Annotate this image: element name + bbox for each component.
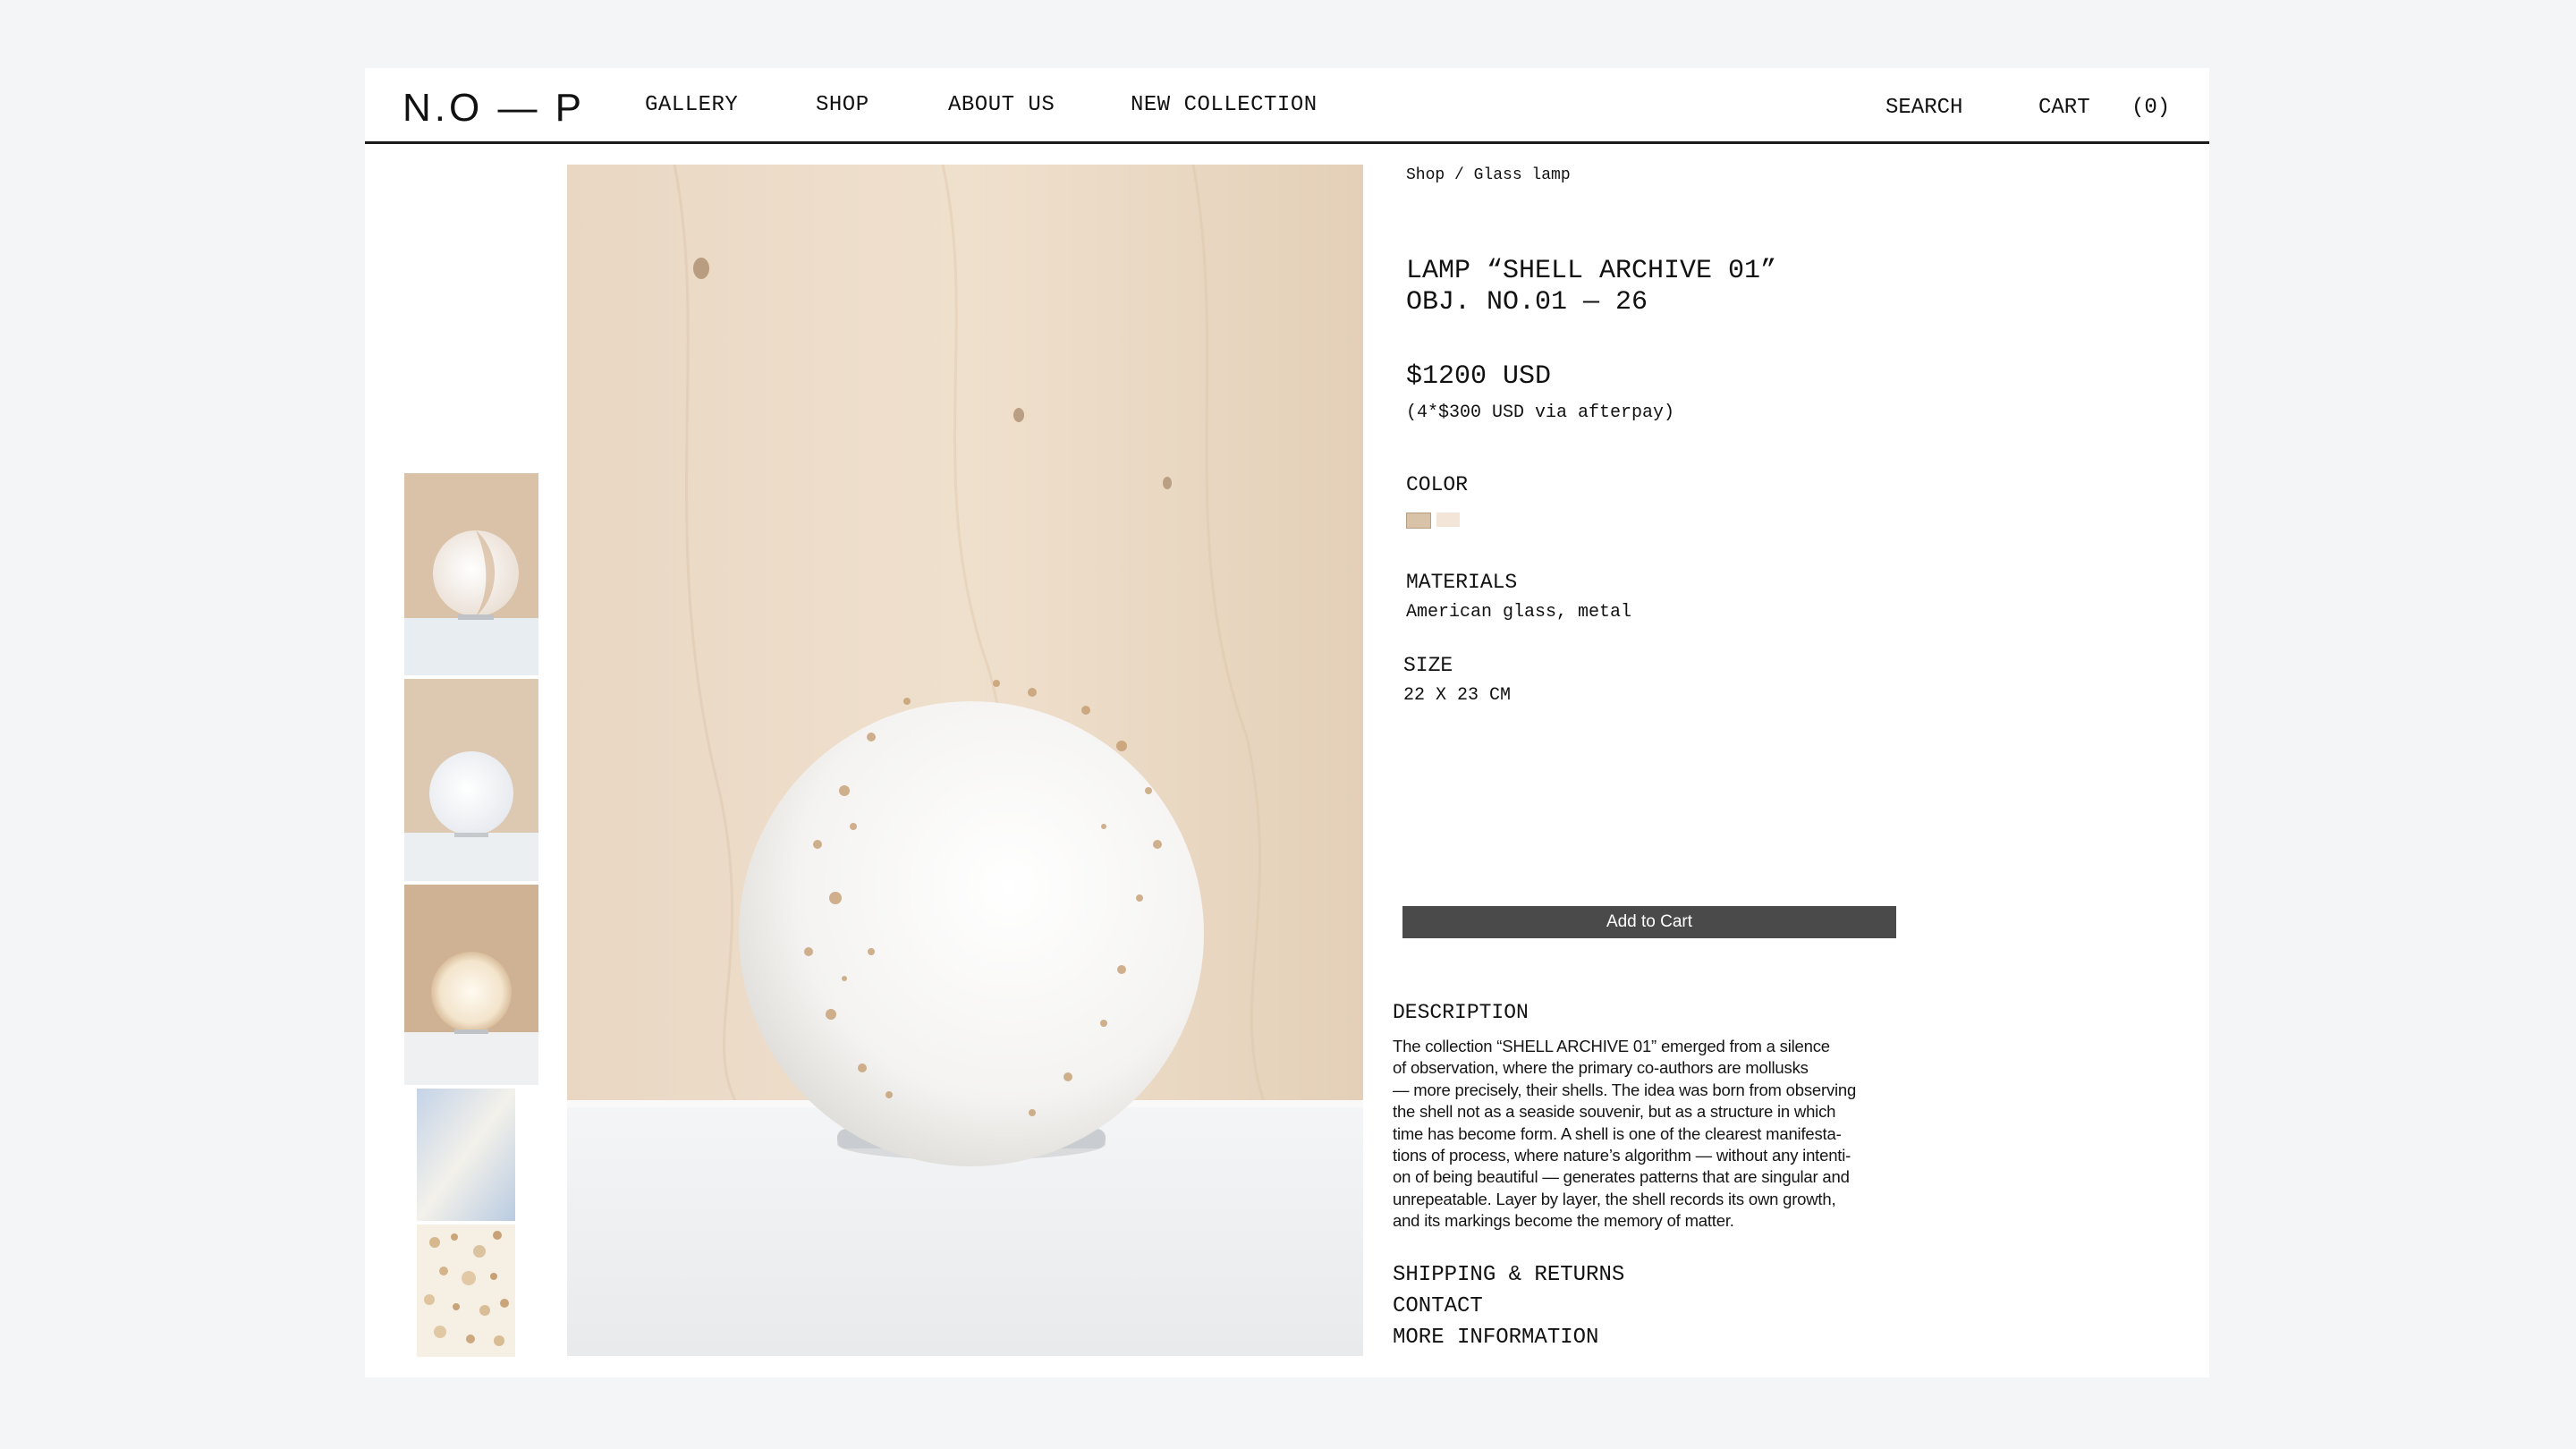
nav-new-collection[interactable]: NEW COLLECTION [1131, 93, 1318, 117]
size-value: 22 X 23 CM [1403, 685, 1512, 706]
nav-shop[interactable]: SHOP [816, 93, 869, 117]
description-line: The collection “SHELL ARCHIVE 01” emerge… [1393, 1037, 1830, 1055]
description-line: unrepeatable. Layer by layer, the shell … [1393, 1189, 1836, 1208]
description-line: tions of process, where nature’s algorit… [1393, 1146, 1852, 1165]
nav-gallery[interactable]: GALLERY [645, 93, 738, 117]
shipping-returns-link[interactable]: SHIPPING & RETURNS [1393, 1263, 1624, 1287]
description-line: the shell not as a seaside souvenir, but… [1393, 1102, 1836, 1122]
description-line: — more precisely, their shells. The idea… [1393, 1080, 1857, 1099]
color-swatch-1[interactable] [1406, 513, 1431, 529]
product-main-image [567, 165, 1363, 1356]
materials-value: American glass, metal [1406, 602, 1632, 623]
site-logo[interactable]: N.O — P [402, 86, 585, 131]
color-label: COLOR [1406, 473, 1469, 496]
breadcrumb[interactable]: Shop / Glass lamp [1406, 166, 1571, 184]
materials-label: MATERIALS [1406, 571, 1518, 594]
product-title: LAMP “SHELL ARCHIVE 01” OBJ. NO.01 — 26 [1406, 256, 1776, 318]
contact-link[interactable]: CONTACT [1393, 1294, 1483, 1318]
description-line: time has become form. A shell is one of … [1393, 1123, 1842, 1143]
description-line: and its markings become the memory of ma… [1393, 1211, 1734, 1231]
page-frame: N.O — P GALLERY SHOP ABOUT US NEW COLLEC… [365, 68, 2209, 1377]
product-title-line-1: LAMP “SHELL ARCHIVE 01” [1406, 256, 1777, 286]
cart-link[interactable]: CART [2038, 96, 2090, 120]
description-text: The collection “SHELL ARCHIVE 01” emerge… [1393, 1036, 1907, 1233]
thumbnail-3[interactable] [404, 885, 538, 1085]
description-line: of observation, where the primary co-aut… [1393, 1058, 1809, 1078]
cart-count[interactable]: (0) [2131, 96, 2170, 120]
thumbnail-5[interactable] [417, 1224, 515, 1357]
nav-about-us[interactable]: ABOUT US [948, 93, 1055, 117]
product-title-line-2: OBJ. NO.01 — 26 [1406, 287, 1648, 318]
add-to-cart-button[interactable]: Add to Cart [1402, 906, 1896, 938]
site-header: N.O — P GALLERY SHOP ABOUT US NEW COLLEC… [365, 68, 2209, 144]
search-link[interactable]: SEARCH [1885, 96, 1962, 120]
color-swatch-2[interactable] [1436, 513, 1460, 527]
thumbnail-4[interactable] [417, 1089, 515, 1221]
size-label: SIZE [1403, 654, 1453, 677]
product-price: $1200 USD [1406, 361, 1552, 392]
more-information-link[interactable]: MORE INFORMATION [1393, 1326, 1598, 1350]
thumbnail-1[interactable] [404, 473, 538, 675]
thumbnail-2[interactable] [404, 679, 538, 881]
description-label: DESCRIPTION [1393, 1001, 1529, 1024]
description-line: on of being beautiful — generates patter… [1393, 1167, 1850, 1187]
installment-note: (4*$300 USD via afterpay) [1406, 402, 1675, 423]
